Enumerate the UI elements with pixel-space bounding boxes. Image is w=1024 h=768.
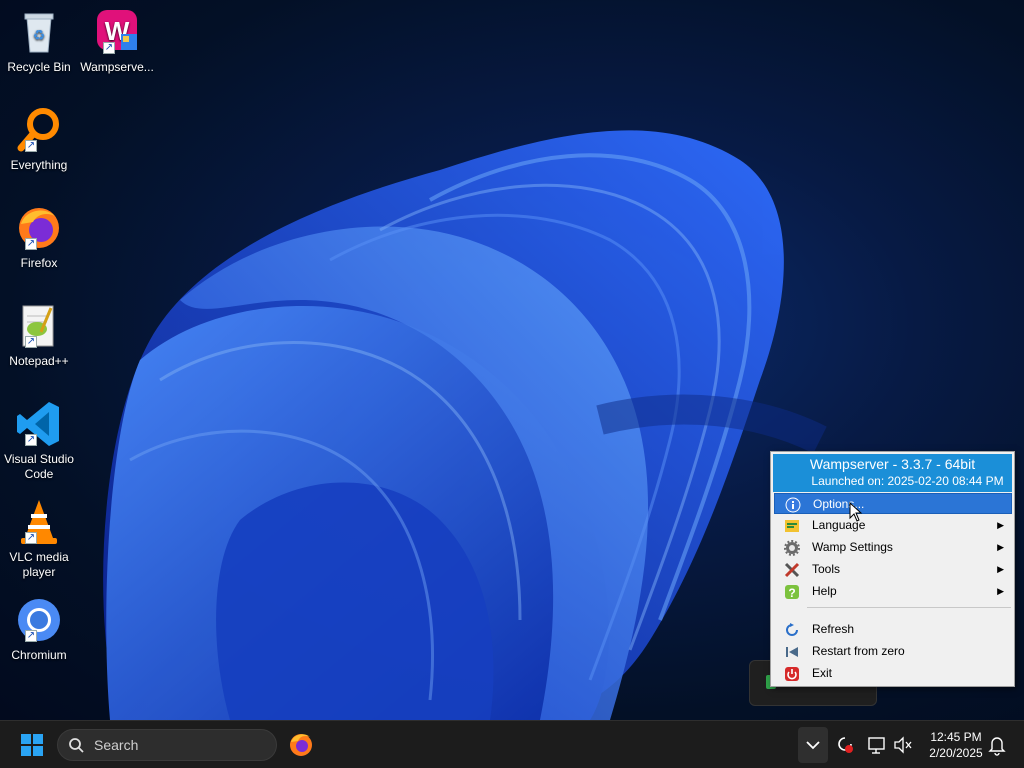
shortcut-arrow-icon: ↗ xyxy=(25,630,37,642)
chromium-icon: ↗ xyxy=(15,596,63,644)
vlc-icon: ↗ xyxy=(15,498,63,546)
tools-icon xyxy=(784,562,800,578)
svg-text:♻: ♻ xyxy=(33,27,46,43)
menu-item-language[interactable]: Language ▶ xyxy=(774,515,1012,536)
desktop-icon-recycle-bin[interactable]: ♻ Recycle Bin xyxy=(2,8,76,75)
start-button[interactable] xyxy=(14,727,50,763)
clock-time: 12:45 PM xyxy=(930,730,982,744)
desktop-icon-label: Everything xyxy=(10,158,68,172)
taskbar-firefox-button[interactable] xyxy=(286,727,316,763)
firefox-icon xyxy=(290,734,312,756)
desktop-icon-notepadpp[interactable]: ↗ Notepad++ xyxy=(2,302,76,369)
menu-item-refresh[interactable]: Refresh xyxy=(774,619,1012,640)
desktop-icon-vscode[interactable]: ↗ Visual Studio Code xyxy=(2,400,76,482)
menu-separator xyxy=(807,607,1011,608)
search-placeholder: Search xyxy=(94,737,139,753)
power-icon xyxy=(784,666,800,682)
menu-item-options[interactable]: Options... xyxy=(774,493,1012,514)
desktop-icon-label: VLC media player xyxy=(9,550,69,579)
menu-item-help[interactable]: ? Help ▶ xyxy=(774,581,1012,602)
mouse-cursor-icon xyxy=(849,502,863,522)
submenu-arrow-icon: ▶ xyxy=(997,520,1004,530)
desktop-icon-wampserver[interactable]: W ↗ Wampserve... xyxy=(80,8,154,75)
desktop-icon-everything[interactable]: ↗ Everything xyxy=(2,106,76,173)
desktop-icon-label: Recycle Bin xyxy=(7,60,71,74)
menu-item-restart-from-zero[interactable]: Restart from zero xyxy=(774,641,1012,662)
bell-icon xyxy=(988,737,1006,756)
tray-network-icon[interactable] xyxy=(866,727,888,763)
info-icon xyxy=(785,497,801,513)
taskbar-search-box[interactable]: Search xyxy=(57,729,277,761)
chevron-down-icon xyxy=(806,741,820,750)
menu-item-label: Tools xyxy=(812,562,841,576)
notepad-plus-plus-icon: ↗ xyxy=(15,302,63,350)
vscode-icon: ↗ xyxy=(15,400,63,448)
recycle-bin-icon: ♻ xyxy=(15,8,63,56)
everything-search-icon: ↗ xyxy=(15,106,63,154)
notification-button[interactable] xyxy=(986,727,1008,763)
desktop-icon-chromium[interactable]: ↗ Chromium xyxy=(2,596,76,663)
shortcut-arrow-icon: ↗ xyxy=(25,336,37,348)
windows-logo-icon xyxy=(21,734,43,756)
shortcut-arrow-icon: ↗ xyxy=(25,434,37,446)
desktop-icon-label: Chromium xyxy=(11,648,67,662)
menu-item-tools[interactable]: Tools ▶ xyxy=(774,559,1012,580)
desktop-icon-label: Notepad++ xyxy=(9,354,69,368)
wampserver-context-menu: Wampserver - 3.3.7 - 64bit Launched on: … xyxy=(770,451,1015,687)
tray-volume-muted-icon[interactable] xyxy=(892,727,914,763)
menu-item-wamp-settings[interactable]: Wamp Settings ▶ xyxy=(774,537,1012,558)
shortcut-arrow-icon: ↗ xyxy=(25,532,37,544)
clock-date: 2/20/2025 xyxy=(929,746,983,760)
desktop-icon-label: Firefox xyxy=(20,256,58,270)
tray-sync-status-icon[interactable] xyxy=(834,727,856,763)
menu-item-label: Refresh xyxy=(812,622,855,636)
menu-title: Wampserver - 3.3.7 - 64bit xyxy=(809,456,976,472)
submenu-arrow-icon: ▶ xyxy=(997,564,1004,574)
desktop-icon-label: Visual Studio Code xyxy=(4,452,74,481)
shortcut-arrow-icon: ↗ xyxy=(25,140,37,152)
desktop-icon-vlc[interactable]: ↗ VLC media player xyxy=(2,498,76,580)
search-icon xyxy=(69,738,84,753)
shortcut-arrow-icon: ↗ xyxy=(25,238,37,250)
desktop-icon-firefox[interactable]: ↗ Firefox xyxy=(2,204,76,271)
svg-text:?: ? xyxy=(788,586,795,600)
firefox-icon: ↗ xyxy=(15,204,63,252)
submenu-arrow-icon: ▶ xyxy=(997,542,1004,552)
menu-item-label: Restart from zero xyxy=(812,644,905,658)
refresh-icon xyxy=(784,622,800,638)
taskbar-clock[interactable]: 12:45 PM 2/20/2025 xyxy=(918,729,994,761)
restart-icon xyxy=(784,644,800,660)
taskbar: Search 12:45 PM 2/20/2025 xyxy=(0,720,1024,768)
shortcut-arrow-icon: ↗ xyxy=(103,42,115,54)
submenu-arrow-icon: ▶ xyxy=(997,586,1004,596)
desktop[interactable]: ♻ Recycle Bin W ↗ Wampserve... ↗ Everyth… xyxy=(0,0,1024,720)
show-hidden-icons-button[interactable] xyxy=(798,727,828,763)
menu-item-label: Help xyxy=(812,584,837,598)
wampserver-icon: W ↗ xyxy=(93,8,141,56)
desktop-icon-label: Wampserve... xyxy=(80,60,154,74)
menu-item-label: Wamp Settings xyxy=(812,540,893,554)
gear-icon xyxy=(784,540,800,556)
menu-item-exit[interactable]: Exit xyxy=(774,663,1012,684)
language-icon xyxy=(784,518,800,534)
menu-item-label: Exit xyxy=(812,666,833,680)
menu-launched-info: Launched on: 2025-02-20 08:44 PM xyxy=(811,474,1004,488)
help-icon: ? xyxy=(784,584,800,600)
menu-header: Wampserver - 3.3.7 - 64bit Launched on: … xyxy=(773,454,1012,492)
